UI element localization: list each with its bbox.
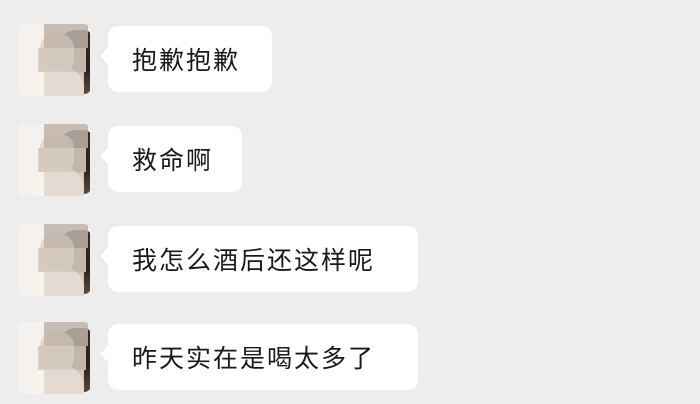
blur-mosaic	[44, 24, 88, 48]
blur-mosaic	[44, 224, 88, 248]
avatar[interactable]	[18, 24, 90, 96]
blur-mosaic	[44, 124, 88, 148]
message-row: 救命啊	[0, 124, 700, 204]
message-text: 救命啊	[132, 146, 214, 175]
message-bubble[interactable]: 抱歉抱歉	[100, 26, 272, 92]
message-bubble[interactable]: 救命啊	[100, 126, 242, 192]
message-text: 我怎么酒后还这样呢	[132, 246, 376, 275]
avatar[interactable]	[18, 124, 90, 196]
blur-mosaic	[44, 322, 88, 346]
message-row: 抱歉抱歉	[0, 24, 700, 104]
message-text: 抱歉抱歉	[132, 46, 241, 75]
avatar[interactable]	[18, 322, 90, 394]
avatar[interactable]	[18, 224, 90, 296]
message-row: 我怎么酒后还这样呢	[0, 224, 700, 304]
message-text: 昨天实在是喝太多了	[132, 344, 376, 373]
chat-message-list: 抱歉抱歉 救命啊 我怎么酒后还这样呢 昨天实在是喝太多了	[0, 0, 700, 404]
message-bubble[interactable]: 我怎么酒后还这样呢	[100, 226, 418, 292]
message-row: 昨天实在是喝太多了	[0, 322, 700, 402]
message-bubble[interactable]: 昨天实在是喝太多了	[100, 324, 418, 390]
